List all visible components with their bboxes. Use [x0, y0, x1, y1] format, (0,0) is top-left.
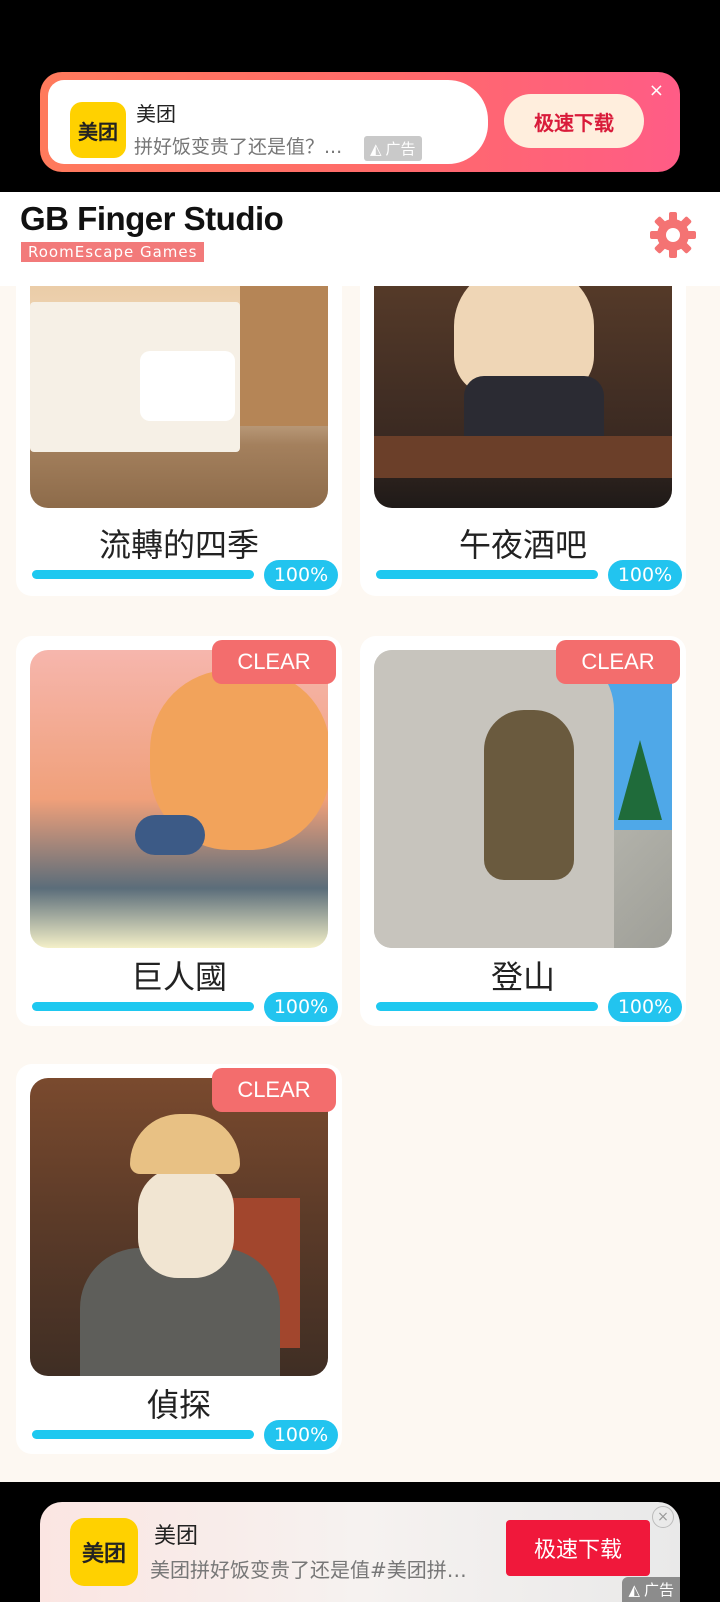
progress-badge: 100%	[608, 992, 682, 1022]
game-thumbnail	[30, 286, 328, 508]
game-card-climbing[interactable]: CLEAR 登山 100%	[360, 636, 686, 1026]
top-ad-name: 美团	[136, 102, 176, 126]
game-card-midnight-bar[interactable]: 午夜酒吧 100%	[360, 286, 686, 596]
ad-logo-icon: ◭	[628, 1580, 640, 1599]
game-thumbnail	[374, 650, 672, 948]
bottom-ad-description: 美团拼好饭变贵了还是值#美团拼…	[150, 1558, 467, 1582]
top-ad-download-button[interactable]: 极速下载	[504, 94, 644, 148]
bottom-ad-download-button[interactable]: 极速下载	[506, 1520, 650, 1576]
studio-subtitle: RoomEscape Games	[21, 242, 205, 262]
ad-badge-label: 广告	[385, 140, 416, 158]
gear-icon[interactable]	[648, 210, 698, 260]
clear-badge: CLEAR	[212, 640, 336, 684]
progress-bar	[32, 570, 254, 579]
game-thumbnail	[374, 286, 672, 508]
progress-badge: 100%	[264, 560, 338, 590]
game-thumbnail	[30, 1078, 328, 1376]
progress-bar	[32, 1430, 254, 1439]
progress-bar	[376, 570, 598, 579]
progress-badge: 100%	[264, 1420, 338, 1450]
progress-badge: 100%	[264, 992, 338, 1022]
bottom-ad-name: 美团	[154, 1524, 199, 1549]
game-card-detective[interactable]: CLEAR 偵探 100%	[16, 1064, 342, 1454]
game-list: 流轉的四季 100% 午夜酒吧 100% CLEAR 巨人國 100% CLEA…	[0, 286, 720, 1482]
game-card-seasons[interactable]: 流轉的四季 100%	[16, 286, 342, 596]
progress-bar	[32, 1002, 254, 1011]
close-icon[interactable]: ×	[652, 1506, 674, 1528]
ad-badge-label: 广告	[643, 1581, 674, 1599]
game-thumbnail	[30, 650, 328, 948]
meituan-logo-icon: 美团	[70, 1518, 138, 1586]
close-icon[interactable]: ×	[649, 80, 664, 101]
ad-badge: ◭ 广告	[622, 1577, 680, 1602]
game-card-giant-country[interactable]: CLEAR 巨人國 100%	[16, 636, 342, 1026]
ad-badge: ◭ 广告	[364, 136, 422, 161]
top-ad-card: 美团 美团 拼好饭变贵了还是值？... ◭ 广告	[48, 80, 488, 164]
bottom-ad-banner[interactable]: 美团 美团 美团拼好饭变贵了还是值#美团拼… 极速下载 × ◭ 广告	[40, 1502, 680, 1602]
ad-logo-icon: ◭	[370, 139, 382, 158]
app-header: GB Finger Studio RoomEscape Games	[0, 192, 720, 286]
progress-bar	[376, 1002, 598, 1011]
app-screen: 美团 美团 拼好饭变贵了还是值？... ◭ 广告 极速下载 × GB Finge…	[0, 0, 720, 1602]
top-ad-description: 拼好饭变贵了还是值？...	[134, 136, 343, 158]
clear-badge: CLEAR	[556, 640, 680, 684]
meituan-logo-icon: 美团	[70, 102, 126, 158]
top-ad-banner[interactable]: 美团 美团 拼好饭变贵了还是值？... ◭ 广告 极速下载 ×	[40, 72, 680, 172]
studio-title: GB Finger Studio	[20, 200, 284, 237]
progress-badge: 100%	[608, 560, 682, 590]
clear-badge: CLEAR	[212, 1068, 336, 1112]
